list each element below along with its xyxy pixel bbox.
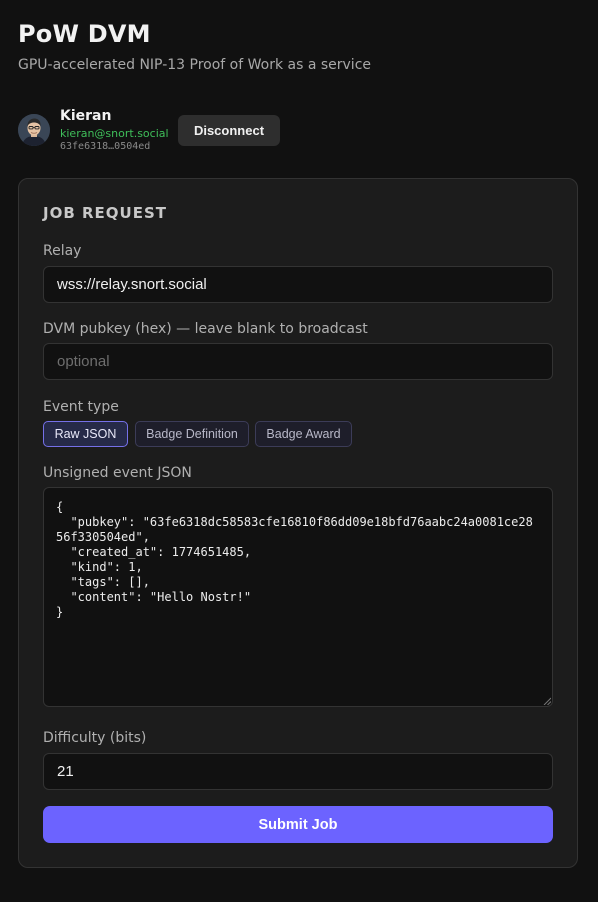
submit-job-button[interactable]: Submit Job — [43, 806, 553, 843]
card-title: JOB REQUEST — [43, 204, 167, 222]
dvm-pubkey-label: DVM pubkey (hex) — leave blank to broadc… — [43, 321, 368, 337]
difficulty-input[interactable] — [43, 753, 553, 790]
avatar — [18, 114, 50, 146]
unsigned-event-json-label: Unsigned event JSON — [43, 465, 192, 481]
user-nip05: kieran@snort.social — [60, 127, 169, 140]
event-type-raw-json[interactable]: Raw JSON — [43, 421, 128, 447]
unsigned-event-json-textarea[interactable]: { "pubkey": "63fe6318dc58583cfe16810f86d… — [43, 487, 553, 707]
disconnect-button[interactable]: Disconnect — [178, 115, 280, 146]
page-title: PoW DVM — [18, 20, 151, 48]
event-type-badge-definition[interactable]: Badge Definition — [135, 421, 249, 447]
user-name: Kieran — [60, 108, 112, 124]
event-type-label: Event type — [43, 399, 119, 415]
avatar-portrait-icon — [18, 114, 50, 146]
job-request-card: JOB REQUEST Relay DVM pubkey (hex) — lea… — [18, 178, 578, 868]
relay-label: Relay — [43, 243, 82, 259]
dvm-pubkey-input[interactable] — [43, 343, 553, 380]
event-type-badge-award[interactable]: Badge Award — [255, 421, 352, 447]
resize-grip-icon[interactable] — [543, 697, 551, 705]
difficulty-label: Difficulty (bits) — [43, 730, 147, 746]
relay-input[interactable] — [43, 266, 553, 303]
user-pubkey-short: 63fe6318…0504ed — [60, 141, 151, 152]
page-subtitle: GPU-accelerated NIP-13 Proof of Work as … — [18, 57, 372, 73]
